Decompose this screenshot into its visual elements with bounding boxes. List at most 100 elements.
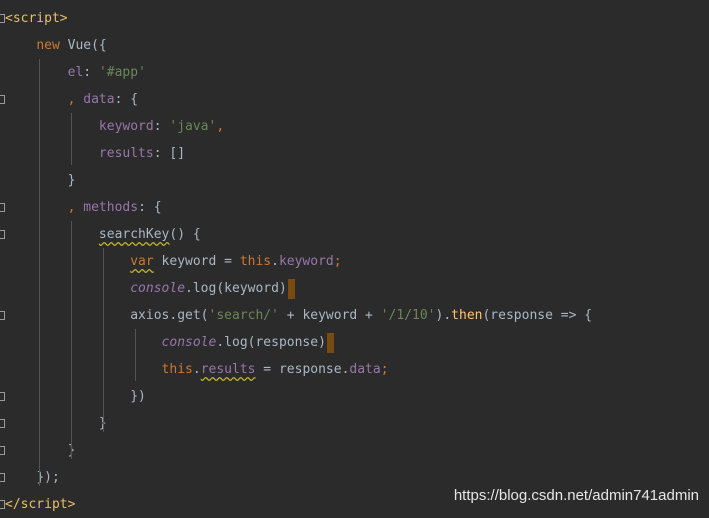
code-line[interactable]: , methods: {: [5, 194, 709, 221]
code-token: keyword =: [153, 254, 240, 269]
code-token: () {: [169, 227, 201, 242]
code-token: this: [161, 362, 193, 377]
fold-marker-icon[interactable]: [0, 14, 5, 23]
code-token: script: [20, 497, 68, 512]
code-token: :: [153, 119, 170, 134]
code-token: methods: [83, 200, 139, 215]
code-token: '#app': [98, 65, 146, 80]
code-token: '/1/10': [380, 308, 436, 323]
code-token: = response.: [255, 362, 350, 377]
code-editor[interactable]: <script> new Vue({ el: '#app' , data: { …: [0, 0, 709, 514]
indent-guide: [71, 113, 72, 165]
code-line[interactable]: <script>: [5, 5, 709, 32]
code-token: script: [12, 11, 60, 26]
code-token: results: [200, 362, 256, 377]
code-line[interactable]: new Vue({: [5, 32, 709, 59]
code-token: console: [130, 281, 186, 296]
code-line[interactable]: this.results = response.data;: [5, 356, 709, 383]
fold-marker-icon[interactable]: [0, 392, 5, 401]
code-token: ,: [67, 200, 84, 215]
bracket-highlight: [287, 278, 295, 299]
fold-marker-icon[interactable]: [0, 311, 5, 320]
code-line[interactable]: , data: {: [5, 86, 709, 113]
code-token: ,: [216, 119, 225, 134]
code-token: + keyword +: [278, 308, 381, 323]
code-line[interactable]: }: [5, 437, 709, 464]
code-line[interactable]: }): [5, 383, 709, 410]
indent-guide: [71, 221, 72, 459]
code-line[interactable]: results: []: [5, 140, 709, 167]
code-line[interactable]: }: [5, 167, 709, 194]
indent-guide: [39, 59, 40, 486]
bracket-highlight: [326, 332, 334, 353]
code-line[interactable]: axios.get('search/' + keyword + '/1/10')…: [5, 302, 709, 329]
code-token: axios.get(: [130, 308, 209, 323]
code-token: el: [67, 65, 84, 80]
watermark: https://blog.csdn.net/admin741admin: [453, 487, 699, 504]
code-token: data: [83, 92, 115, 107]
fold-marker-icon[interactable]: [0, 95, 5, 104]
fold-marker-icon[interactable]: [0, 419, 5, 428]
code-line[interactable]: keyword: 'java',: [5, 113, 709, 140]
code-token: }): [130, 389, 146, 404]
code-token: keyword: [278, 254, 334, 269]
fold-marker-icon[interactable]: [0, 473, 5, 482]
code-token: results: [98, 146, 154, 161]
code-token: console: [161, 335, 217, 350]
code-line[interactable]: el: '#app': [5, 59, 709, 86]
code-token: : []: [153, 146, 186, 161]
code-token: ;: [380, 362, 389, 377]
code-token: >: [67, 497, 76, 512]
code-token: var: [130, 254, 154, 269]
code-token: >: [59, 11, 68, 26]
code-token: .log(keyword): [185, 281, 287, 296]
code-token: .log(response): [216, 335, 326, 350]
code-token: ;: [333, 254, 342, 269]
code-line[interactable]: searchKey() {: [5, 221, 709, 248]
code-token: .: [192, 362, 201, 377]
code-token: ,: [67, 92, 84, 107]
indent-guide: [135, 329, 136, 381]
code-line[interactable]: var keyword = this.keyword;: [5, 248, 709, 275]
code-line[interactable]: console.log(keyword): [5, 275, 709, 302]
code-token: .: [271, 254, 279, 269]
code-token: searchKey: [98, 227, 170, 242]
fold-marker-icon[interactable]: [0, 230, 5, 239]
code-token: }: [67, 173, 76, 188]
code-token: <: [5, 11, 13, 26]
code-token: this: [239, 254, 272, 269]
code-token: then: [451, 308, 483, 323]
code-token: new: [36, 38, 68, 53]
code-token: : {: [138, 200, 162, 215]
indent-guide: [103, 248, 104, 432]
code-line[interactable]: }: [5, 410, 709, 437]
fold-marker-icon[interactable]: [0, 446, 5, 455]
code-token: (response => {: [482, 308, 593, 323]
code-token: 'java': [169, 119, 217, 134]
code-token: </: [5, 497, 21, 512]
code-line[interactable]: console.log(response): [5, 329, 709, 356]
code-token: data: [349, 362, 381, 377]
fold-marker-icon[interactable]: [0, 203, 5, 212]
code-token: Vue: [67, 38, 92, 53]
code-token: :: [83, 65, 99, 80]
code-token: ({: [91, 38, 107, 53]
code-token: 'search/': [208, 308, 279, 323]
fold-marker-icon[interactable]: [0, 500, 5, 509]
